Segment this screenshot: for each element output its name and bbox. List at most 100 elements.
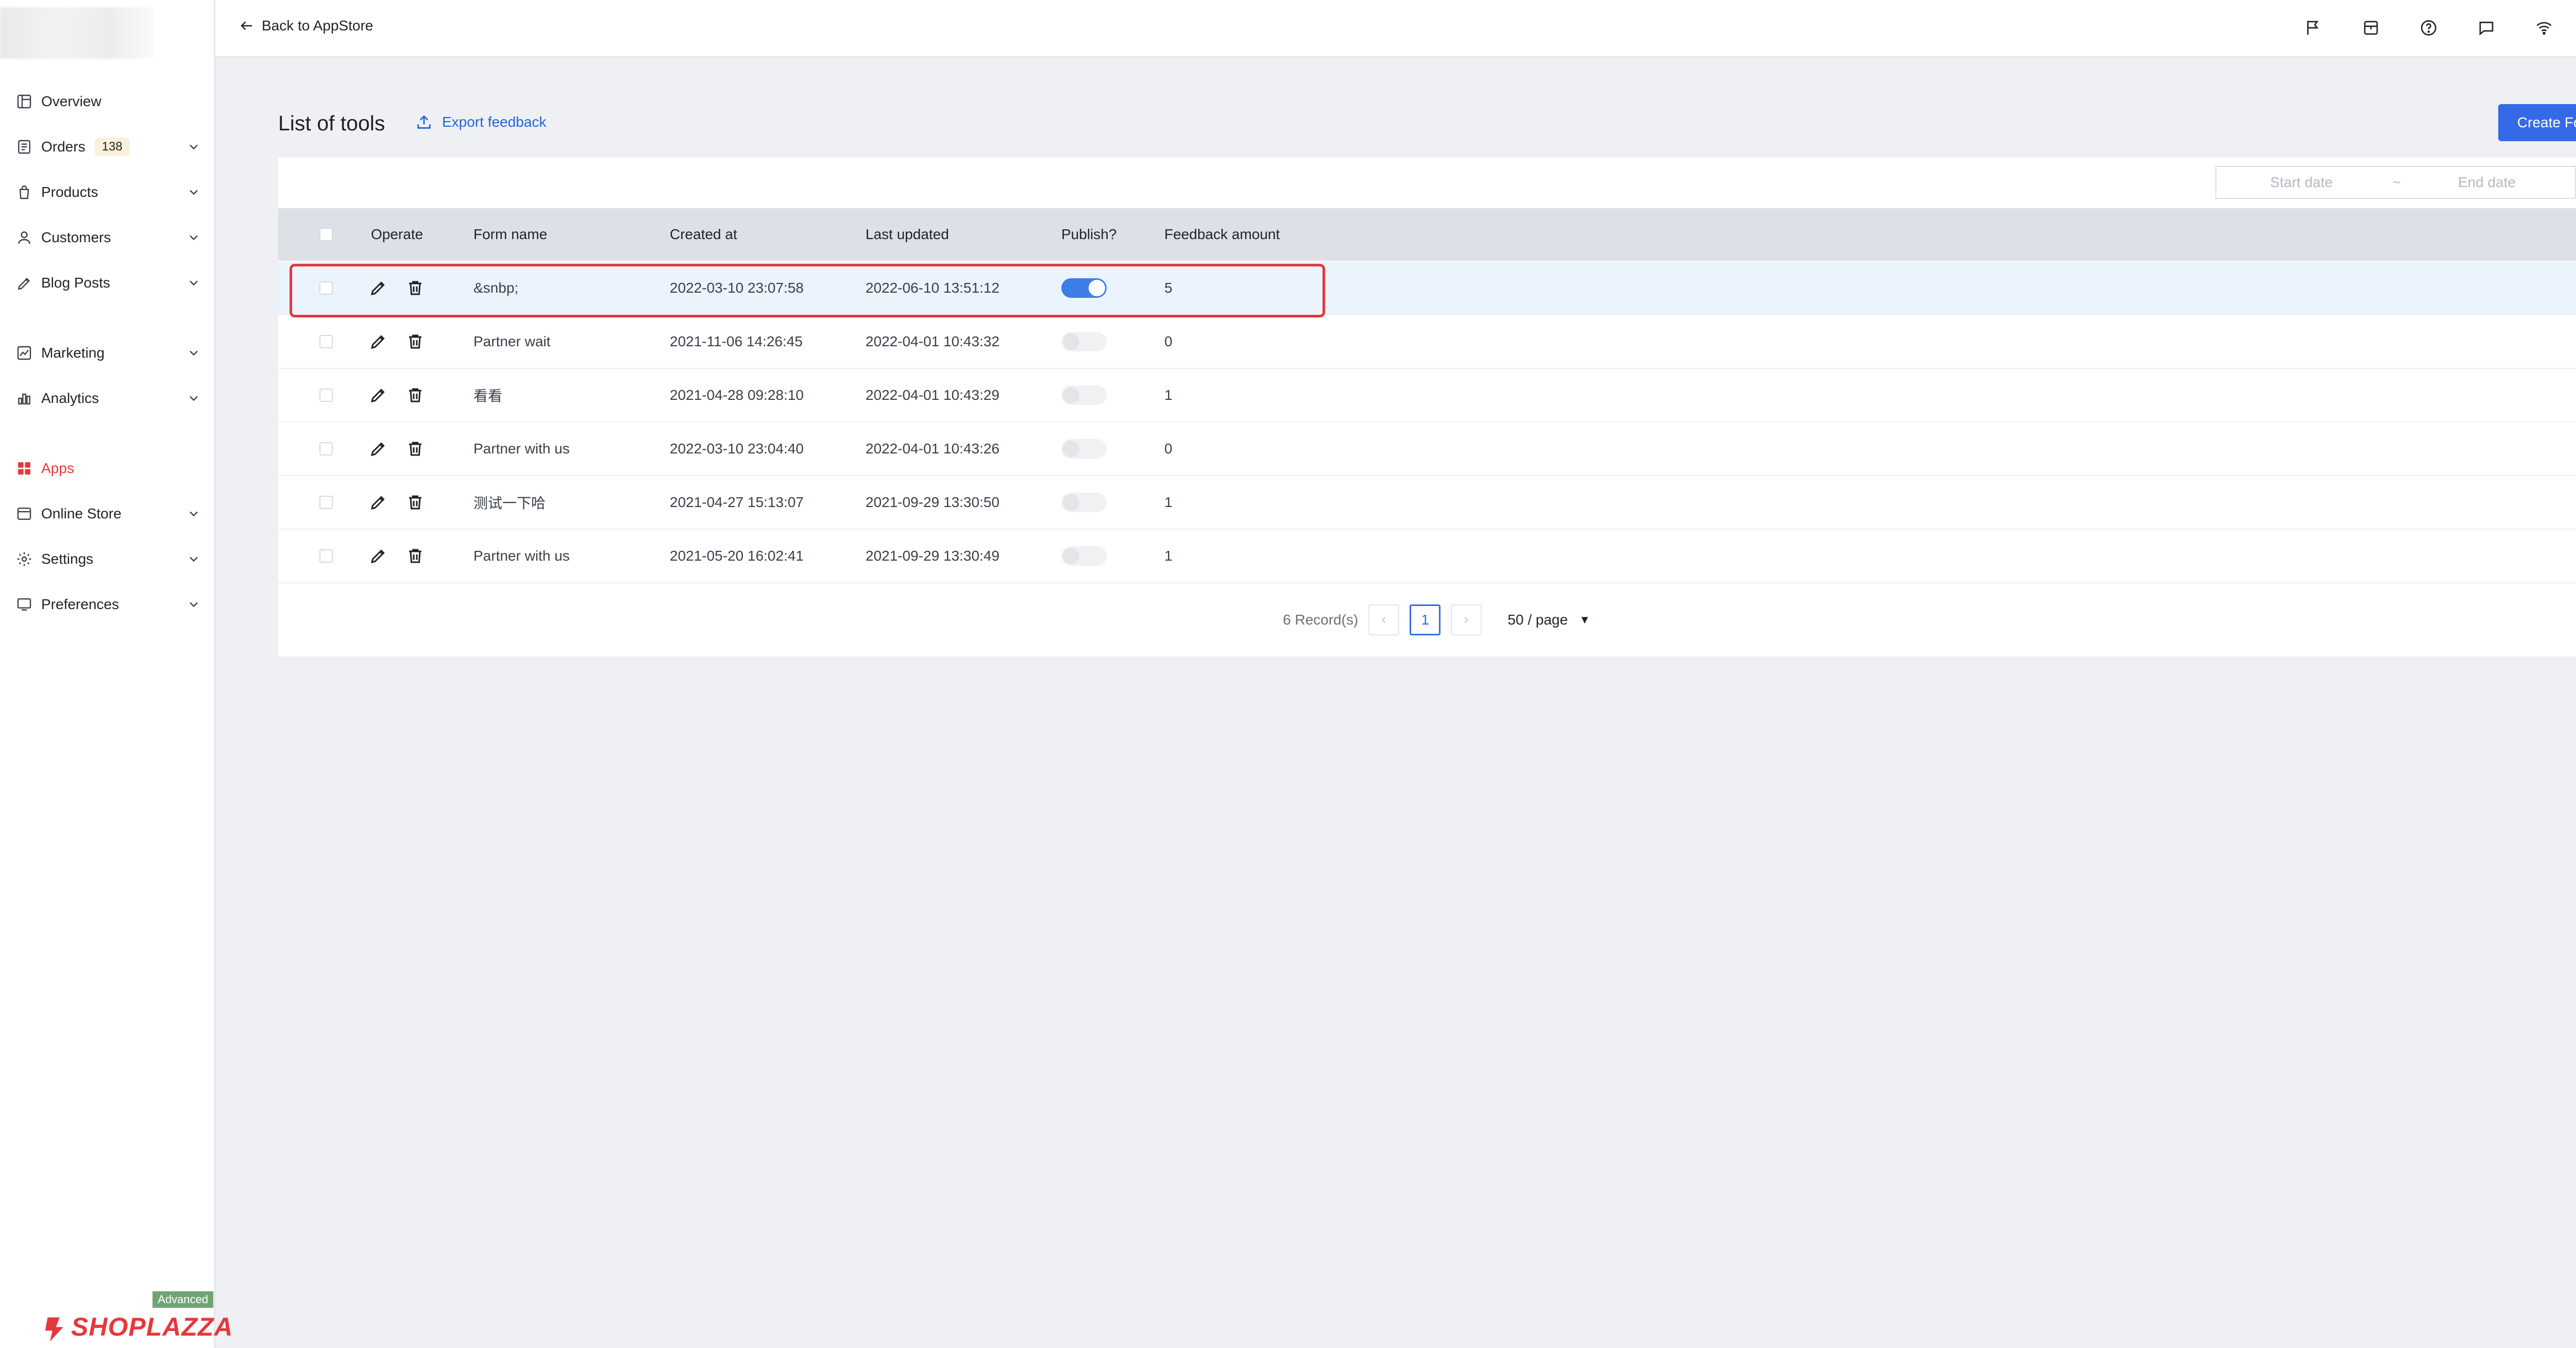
- message-icon[interactable]: [2476, 18, 2497, 38]
- chevron-down-icon: [190, 280, 198, 286]
- column-publish: Publish?: [1061, 226, 1117, 242]
- trash-icon[interactable]: [406, 369, 425, 422]
- prev-page-button[interactable]: [1368, 604, 1400, 635]
- trash-icon[interactable]: [406, 476, 425, 529]
- shoplazza-logo: SHOPLAZZA: [71, 1312, 233, 1341]
- column-feedback-amount: Feedback amount: [1164, 226, 1280, 242]
- form-name-cell: 看看: [473, 388, 503, 404]
- publish-toggle[interactable]: [1061, 278, 1107, 298]
- next-page-button[interactable]: [1451, 604, 1482, 635]
- sidebar-item-orders[interactable]: Orders 138: [15, 129, 201, 165]
- publish-toggle[interactable]: [1061, 439, 1107, 459]
- row-checkbox[interactable]: [319, 335, 333, 348]
- wifi-icon[interactable]: [2534, 18, 2554, 38]
- publish-toggle[interactable]: [1061, 332, 1107, 351]
- chevron-down-icon: [190, 557, 198, 562]
- table-row[interactable]: Partner wait 2021-11-06 14:26:45 2022-04…: [278, 315, 2576, 369]
- sidebar-item-label: Marketing: [41, 345, 105, 361]
- trash-icon[interactable]: [406, 530, 425, 582]
- page-size-label: 50 / page: [1507, 612, 1568, 628]
- last-updated-cell: 2022-06-10 13:51:12: [866, 280, 999, 296]
- last-updated-cell: 2021-09-29 13:30:49: [866, 548, 999, 564]
- column-operate: Operate: [371, 226, 423, 242]
- sidebar-item-online-store[interactable]: Online Store: [15, 496, 201, 532]
- sidebar-item-label: Settings: [41, 551, 94, 567]
- select-all-cell: [319, 208, 333, 261]
- publish-toggle[interactable]: [1061, 493, 1107, 512]
- chevron-down-icon: [190, 235, 198, 241]
- start-date-input[interactable]: Start date: [2216, 174, 2386, 191]
- row-checkbox[interactable]: [319, 549, 333, 563]
- form-name-cell: Partner wait: [473, 333, 551, 349]
- table-row[interactable]: Partner with us 2021-05-20 16:02:41 2021…: [278, 530, 2576, 583]
- publish-toggle[interactable]: [1061, 385, 1107, 405]
- edit-icon[interactable]: [369, 262, 387, 314]
- chevron-down-icon: [190, 350, 198, 356]
- table-row[interactable]: 测试一下哈 2021-04-27 15:13:07 2021-09-29 13:…: [278, 476, 2576, 530]
- trash-icon[interactable]: [406, 262, 425, 314]
- sidebar-item-overview[interactable]: Overview: [15, 83, 201, 120]
- column-last-updated: Last updated: [866, 226, 949, 242]
- orders-count-badge: 138: [94, 138, 130, 156]
- sidebar-item-settings[interactable]: Settings: [15, 541, 201, 577]
- record-count: 6 Record(s): [1283, 612, 1359, 628]
- created-at-cell: 2021-04-27 15:13:07: [670, 494, 804, 510]
- row-checkbox[interactable]: [319, 442, 333, 456]
- chevron-down-icon: [190, 602, 198, 608]
- sidebar-item-label: Customers: [41, 229, 111, 245]
- created-at-cell: 2022-03-10 23:04:40: [670, 441, 804, 457]
- back-to-appstore-link[interactable]: Back to AppStore: [239, 15, 373, 36]
- date-range-picker[interactable]: Start date ~ End date: [2215, 166, 2576, 199]
- export-feedback-link[interactable]: Export feedback: [415, 113, 546, 131]
- page-size-select[interactable]: 50 / page ▼: [1507, 612, 1590, 628]
- publish-toggle[interactable]: [1061, 546, 1107, 566]
- edit-icon[interactable]: [369, 315, 387, 368]
- create-form-button[interactable]: Create Form: [2498, 104, 2576, 141]
- arrow-left-icon: [241, 21, 252, 30]
- chevron-right-icon: [1464, 616, 1469, 624]
- overview-icon: [15, 93, 33, 110]
- row-checkbox[interactable]: [319, 389, 333, 402]
- edit-icon[interactable]: [369, 369, 387, 422]
- trash-icon[interactable]: [406, 423, 425, 475]
- table-row[interactable]: &snbp; 2022-03-10 23:07:58 2022-06-10 13…: [278, 262, 2576, 315]
- caret-down-icon: ▼: [1579, 613, 1590, 626]
- trash-icon[interactable]: [406, 315, 425, 368]
- chevron-left-icon: [1382, 616, 1386, 624]
- feedback-amount-cell: 1: [1164, 548, 1173, 564]
- tools-card: Start date ~ End date Operate Form name …: [278, 158, 2576, 656]
- edit-icon[interactable]: [369, 476, 387, 529]
- sidebar-item-products[interactable]: Products: [15, 174, 201, 210]
- select-all-checkbox[interactable]: [319, 228, 333, 241]
- shop-icon[interactable]: [2361, 18, 2381, 38]
- page-title: List of tools: [278, 111, 385, 135]
- sidebar-item-marketing[interactable]: Marketing: [15, 335, 201, 371]
- sidebar-item-apps[interactable]: Apps: [15, 450, 201, 486]
- feedback-amount-cell: 1: [1164, 494, 1173, 510]
- table-row[interactable]: Partner with us 2022-03-10 23:04:40 2022…: [278, 423, 2576, 476]
- feedback-amount-cell: 0: [1164, 333, 1173, 349]
- blog-icon: [15, 274, 33, 292]
- edit-icon[interactable]: [369, 423, 387, 475]
- sidebar-item-analytics[interactable]: Analytics: [15, 380, 201, 416]
- row-checkbox[interactable]: [319, 281, 333, 295]
- page-number-button[interactable]: 1: [1410, 604, 1441, 635]
- help-icon[interactable]: [2418, 18, 2439, 38]
- sidebar-item-label: Products: [41, 184, 98, 200]
- feedback-amount-cell: 1: [1164, 387, 1173, 403]
- upload-icon: [417, 115, 431, 129]
- analytics-icon: [15, 390, 33, 407]
- edit-icon[interactable]: [369, 530, 387, 582]
- customers-icon: [15, 229, 33, 246]
- created-at-cell: 2021-05-20 16:02:41: [670, 548, 804, 564]
- plan-badge: Advanced: [152, 1291, 213, 1308]
- end-date-input[interactable]: End date: [2407, 174, 2567, 191]
- sidebar-item-customers[interactable]: Customers: [15, 220, 201, 256]
- sidebar-item-blog-posts[interactable]: Blog Posts: [15, 265, 201, 301]
- sidebar-item-preferences[interactable]: Preferences: [15, 586, 201, 622]
- flag-icon[interactable]: [2303, 18, 2324, 38]
- row-checkbox[interactable]: [319, 496, 333, 509]
- sidebar: Overview Orders 138 Products Customers B…: [0, 0, 233, 1348]
- chevron-down-icon: [190, 396, 198, 401]
- table-row[interactable]: 看看 2021-04-28 09:28:10 2022-04-01 10:43:…: [278, 369, 2576, 423]
